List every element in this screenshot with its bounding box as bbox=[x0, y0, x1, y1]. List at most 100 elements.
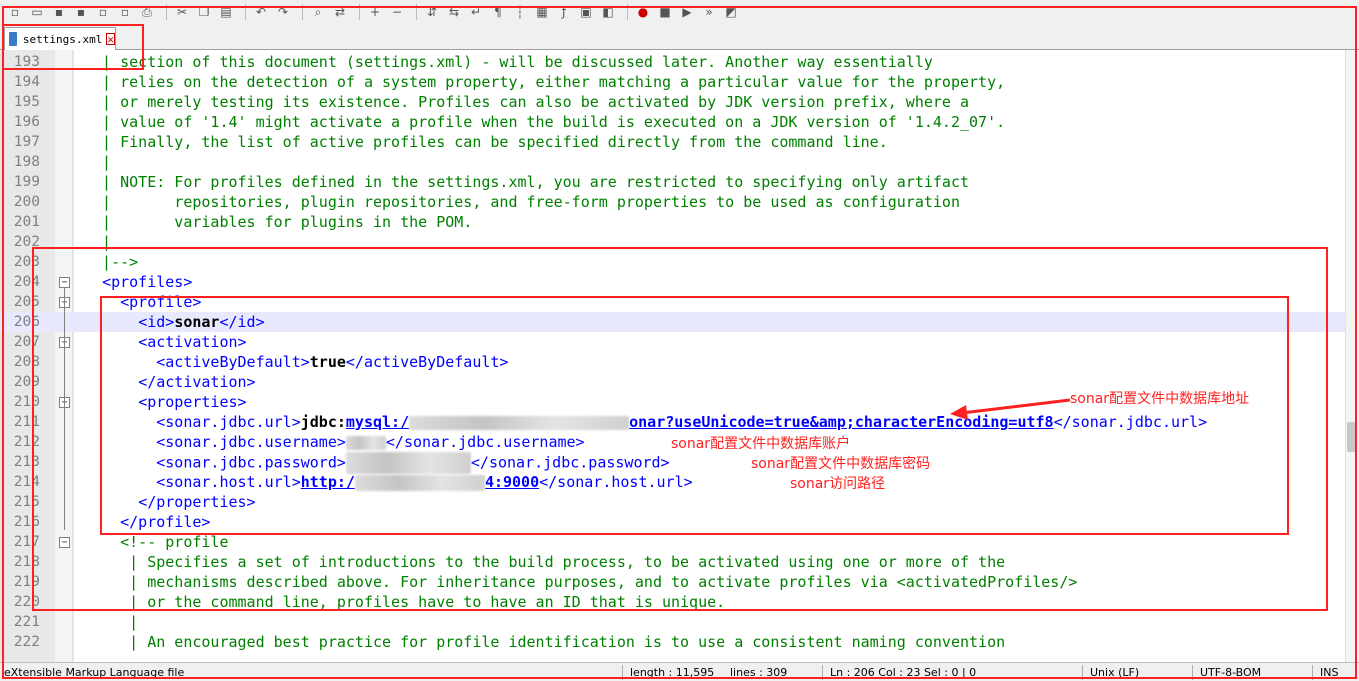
code-text: | value of '1.4' might activate a profil… bbox=[84, 113, 1006, 131]
code-line[interactable]: 213 <sonar.jdbc.password> </sonar.jdbc.pa… bbox=[0, 452, 1359, 474]
save-macro-icon[interactable]: ◩ bbox=[722, 3, 740, 21]
code-text: <id>sonar</id> bbox=[138, 313, 265, 331]
code-text: <sonar.host.url>http:/4:9000</sonar.host… bbox=[156, 473, 693, 491]
print-icon[interactable]: ⎙ bbox=[138, 3, 156, 21]
code-line[interactable]: 202 | bbox=[0, 232, 1359, 252]
code-line[interactable]: 218 | Specifies a set of introductions t… bbox=[0, 552, 1359, 572]
sync-h-icon[interactable]: ⇆ bbox=[445, 3, 463, 21]
code-line[interactable]: 201 | variables for plugins in the POM. bbox=[0, 212, 1359, 232]
fold-toggle-icon[interactable]: − bbox=[59, 537, 70, 548]
sync-v-icon[interactable]: ⇵ bbox=[423, 3, 441, 21]
doc-map-icon[interactable]: ▦ bbox=[533, 3, 551, 21]
run-multi-icon[interactable]: » bbox=[700, 3, 718, 21]
play-icon[interactable]: ▶ bbox=[678, 3, 696, 21]
code-line[interactable]: 194 | relies on the detection of a syste… bbox=[0, 72, 1359, 92]
stop-icon[interactable]: ■ bbox=[656, 3, 674, 21]
code-line[interactable]: 197 | Finally, the list of active profil… bbox=[0, 132, 1359, 152]
paste-icon[interactable]: ▤ bbox=[217, 3, 235, 21]
code-line[interactable]: 204 <profiles> bbox=[0, 272, 1359, 292]
tab-label: settings.xml bbox=[22, 32, 103, 46]
code-text: | bbox=[84, 613, 139, 631]
status-length: length : 11,595 bbox=[630, 666, 715, 679]
status-position: Ln : 206 Col : 23 Sel : 0 | 0 bbox=[830, 666, 977, 679]
new-icon[interactable]: ▫ bbox=[6, 3, 24, 21]
line-number: 213 bbox=[13, 454, 40, 470]
code-line[interactable]: 216 </profile> bbox=[0, 512, 1359, 532]
line-number: 202 bbox=[13, 234, 40, 250]
function-list-icon[interactable]: ƒ bbox=[555, 3, 573, 21]
zoom-out-icon[interactable]: − bbox=[388, 3, 406, 21]
fold-toggle-icon[interactable]: − bbox=[59, 277, 70, 288]
monitor-icon[interactable]: ◧ bbox=[599, 3, 617, 21]
code-line[interactable]: 222 | An encouraged best practice for pr… bbox=[0, 632, 1359, 652]
code-editor[interactable]: 193 | section of this document (settings… bbox=[0, 50, 1359, 662]
code-line[interactable]: 206 <id>sonar</id> bbox=[0, 312, 1359, 332]
line-number: 194 bbox=[13, 74, 40, 90]
folder-icon[interactable]: ▣ bbox=[577, 3, 595, 21]
line-number: 203 bbox=[13, 254, 40, 270]
code-line[interactable]: 208 <activeByDefault>true</activeByDefau… bbox=[0, 352, 1359, 372]
tab-settings-xml[interactable]: settings.xml ✕ bbox=[4, 27, 116, 50]
line-number: 211 bbox=[13, 414, 40, 430]
code-text: </properties> bbox=[138, 493, 256, 511]
code-line[interactable]: 193 | section of this document (settings… bbox=[0, 52, 1359, 72]
save-all-icon[interactable]: ▪ bbox=[72, 3, 90, 21]
line-number: 193 bbox=[13, 54, 40, 70]
record-icon[interactable]: ● bbox=[634, 3, 652, 21]
replace-icon[interactable]: ⇄ bbox=[331, 3, 349, 21]
line-number: 199 bbox=[13, 174, 40, 190]
code-line[interactable]: 196 | value of '1.4' might activate a pr… bbox=[0, 112, 1359, 132]
line-number: 214 bbox=[13, 474, 40, 490]
code-text: | An encouraged best practice for profil… bbox=[84, 633, 1006, 651]
cut-icon[interactable]: ✂ bbox=[173, 3, 191, 21]
code-line[interactable]: 207 <activation> bbox=[0, 332, 1359, 352]
code-line[interactable]: 215 </properties> bbox=[0, 492, 1359, 512]
redo-icon[interactable]: ↷ bbox=[274, 3, 292, 21]
copy-icon[interactable]: ❐ bbox=[195, 3, 213, 21]
line-number: 201 bbox=[13, 214, 40, 230]
code-line[interactable]: 217 <!-- profile bbox=[0, 532, 1359, 552]
vertical-scrollbar[interactable] bbox=[1345, 50, 1359, 662]
file-icon bbox=[9, 32, 17, 46]
wrap-icon[interactable]: ↵ bbox=[467, 3, 485, 21]
status-eol: Unix (LF) bbox=[1090, 666, 1140, 679]
code-line[interactable]: 211 <sonar.jdbc.url>jdbc:mysql:/onar?use… bbox=[0, 412, 1359, 432]
code-text: | repositories, plugin repositories, and… bbox=[84, 193, 960, 211]
line-number: 200 bbox=[13, 194, 40, 210]
code-line[interactable]: 195 | or merely testing its existence. P… bbox=[0, 92, 1359, 112]
scrollbar-thumb[interactable] bbox=[1347, 422, 1357, 452]
code-line[interactable]: 205 <profile> bbox=[0, 292, 1359, 312]
code-text: <properties> bbox=[138, 393, 247, 411]
status-mode: INS bbox=[1320, 666, 1339, 679]
status-file-type: eXtensible Markup Language file bbox=[4, 666, 185, 679]
zoom-in-icon[interactable]: + bbox=[366, 3, 384, 21]
undo-icon[interactable]: ↶ bbox=[252, 3, 270, 21]
code-line[interactable]: 219 | mechanisms described above. For in… bbox=[0, 572, 1359, 592]
code-line[interactable]: 203 |--> bbox=[0, 252, 1359, 272]
line-number: 204 bbox=[13, 274, 40, 290]
code-line[interactable]: 199 | NOTE: For profiles defined in the … bbox=[0, 172, 1359, 192]
code-text: | bbox=[84, 233, 112, 251]
find-icon[interactable]: ⌕ bbox=[309, 3, 327, 21]
code-text: | or the command line, profiles have to … bbox=[84, 593, 726, 611]
indent-guide-icon[interactable]: ┆ bbox=[511, 3, 529, 21]
fold-range-line bbox=[64, 288, 65, 530]
code-line[interactable]: 214 <sonar.host.url>http:/4:9000</sonar.… bbox=[0, 472, 1359, 492]
save-icon[interactable]: ▪ bbox=[50, 3, 68, 21]
code-text: | section of this document (settings.xml… bbox=[84, 53, 933, 71]
code-text: <sonar.jdbc.username> </sonar.jdbc.userna… bbox=[156, 433, 585, 451]
code-line[interactable]: 200 | repositories, plugin repositories,… bbox=[0, 192, 1359, 212]
code-line[interactable]: 198 | bbox=[0, 152, 1359, 172]
code-line[interactable]: 220 | or the command line, profiles have… bbox=[0, 592, 1359, 612]
code-line[interactable]: 221 | bbox=[0, 612, 1359, 632]
all-chars-icon[interactable]: ¶ bbox=[489, 3, 507, 21]
open-icon[interactable]: ▭ bbox=[28, 3, 46, 21]
code-text: | NOTE: For profiles defined in the sett… bbox=[84, 173, 970, 191]
code-text: | variables for plugins in the POM. bbox=[84, 213, 473, 231]
status-lines: lines : 309 bbox=[730, 666, 788, 679]
code-text: </activation> bbox=[138, 373, 256, 391]
code-text: | Finally, the list of active profiles c… bbox=[84, 133, 888, 151]
close-tab-icon[interactable]: ✕ bbox=[106, 33, 115, 45]
close-all-icon[interactable]: ▫ bbox=[116, 3, 134, 21]
close-icon[interactable]: ▫ bbox=[94, 3, 112, 21]
